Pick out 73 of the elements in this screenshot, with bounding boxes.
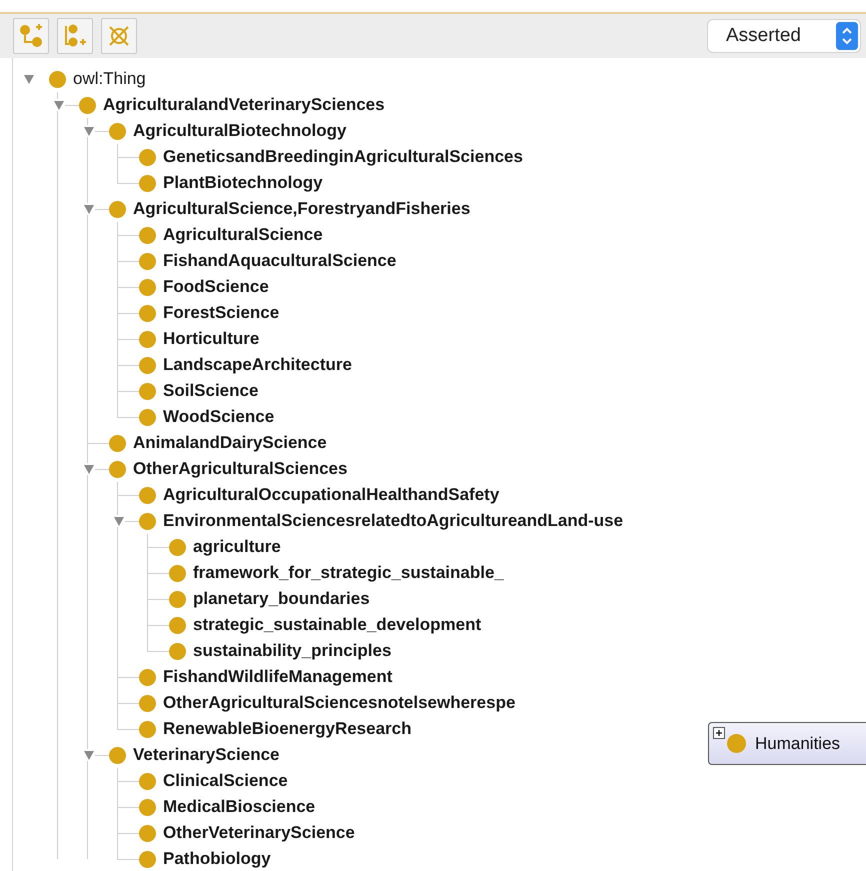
tree-item[interactable]: FishandWildlifeManagement	[163, 666, 392, 688]
class-bullet-icon	[109, 122, 126, 140]
class-bullet-icon	[169, 642, 186, 660]
tree-item[interactable]: OtherVeterinaryScience	[163, 822, 355, 844]
tree-item[interactable]: LandscapeArchitecture	[163, 354, 352, 376]
class-bullet-icon	[139, 720, 156, 738]
class-bullet-icon	[139, 148, 156, 166]
tree-item[interactable]: AgriculturalScience	[163, 224, 323, 246]
stepper-icon	[836, 22, 858, 50]
tree-item[interactable]: framework_for_strategic_sustainable_	[193, 562, 504, 584]
tree-item[interactable]: AgriculturalOccupationalHealthandSafety	[163, 484, 500, 506]
tree-item[interactable]: AgriculturalScience,ForestryandFisheries	[133, 198, 470, 220]
expand-toggle[interactable]	[713, 727, 725, 739]
class-node-card[interactable]: Humanities	[708, 722, 866, 765]
add-subclass-button[interactable]	[13, 18, 49, 54]
class-bullet-icon	[139, 512, 156, 530]
tree-item[interactable]: VeterinaryScience	[133, 744, 280, 766]
class-bullet-icon	[139, 824, 156, 842]
class-bullet-icon	[139, 694, 156, 712]
tree-item[interactable]: FoodScience	[163, 276, 269, 298]
class-bullet-icon	[139, 382, 156, 400]
tree-item[interactable]: sustainability_principles	[193, 640, 392, 662]
class-bullet-icon	[169, 616, 186, 634]
sibling-nodes-icon	[62, 23, 88, 49]
tree-item[interactable]: Horticulture	[163, 328, 260, 350]
class-bullet-icon	[139, 668, 156, 686]
tree-item[interactable]: SoilScience	[163, 380, 258, 402]
class-bullet-icon	[109, 746, 126, 764]
add-sibling-button[interactable]	[57, 18, 93, 54]
class-bullet-icon	[49, 70, 66, 88]
class-bullet-icon	[169, 590, 186, 608]
class-bullet-icon	[139, 174, 156, 192]
tree-item[interactable]: GeneticsandBreedinginAgriculturalSciences	[163, 146, 523, 168]
tree-item[interactable]: AnimalandDairyScience	[133, 432, 327, 454]
tree-item[interactable]: ForestScience	[163, 302, 280, 324]
tree-item[interactable]: OtherAgriculturalSciences	[133, 458, 348, 480]
tree-item[interactable]: AgriculturalandVeterinarySciences	[103, 94, 385, 116]
tree-item[interactable]: EnvironmentalSciencesrelatedtoAgricultureandLand-use	[163, 510, 624, 532]
class-bullet-icon	[139, 798, 156, 816]
class-bullet-icon	[139, 226, 156, 244]
tree-item[interactable]: FishandAquaculturalScience	[163, 250, 396, 272]
tree-item[interactable]: RenewableBioenergyResearch	[163, 718, 412, 740]
tree-item[interactable]: AgriculturalBiotechnology	[133, 120, 346, 142]
tree-item[interactable]: MedicalBioscience	[163, 796, 316, 818]
class-bullet-icon	[727, 734, 746, 753]
tree-item[interactable]: OtherAgriculturalSciencesnotelsewherespe	[163, 692, 516, 714]
tree-item[interactable]: planetary_boundaries	[193, 588, 370, 610]
class-bullet-icon	[109, 460, 126, 478]
tree-item[interactable]: Pathobiology	[163, 848, 271, 870]
class-bullet-icon	[139, 850, 156, 868]
class-bullet-icon	[139, 252, 156, 270]
class-bullet-icon	[79, 96, 96, 114]
class-bullet-icon	[109, 434, 126, 452]
tree-item[interactable]: strategic_sustainable_development	[193, 614, 482, 636]
tree-item[interactable]: PlantBiotechnology	[163, 172, 323, 194]
class-bullet-icon	[139, 772, 156, 790]
tree-item[interactable]: WoodScience	[163, 406, 274, 428]
class-bullet-icon	[139, 304, 156, 322]
class-bullet-icon	[139, 408, 156, 426]
class-bullet-icon	[139, 356, 156, 374]
class-bullet-icon	[139, 486, 156, 504]
class-bullet-icon	[139, 278, 156, 296]
hierarchy-icon	[18, 23, 44, 49]
delete-button[interactable]	[101, 18, 137, 54]
tree-item[interactable]: agriculture	[193, 536, 281, 558]
class-bullet-icon	[169, 564, 186, 582]
view-dropdown[interactable]: Asserted	[708, 20, 860, 52]
node-label: Humanities	[755, 734, 840, 754]
class-bullet-icon	[139, 330, 156, 348]
tree-item[interactable]: ClinicalScience	[163, 770, 288, 792]
class-bullet-icon	[109, 200, 126, 218]
tree-item[interactable]: owl:Thing	[73, 68, 146, 90]
class-bullet-icon	[169, 538, 186, 556]
